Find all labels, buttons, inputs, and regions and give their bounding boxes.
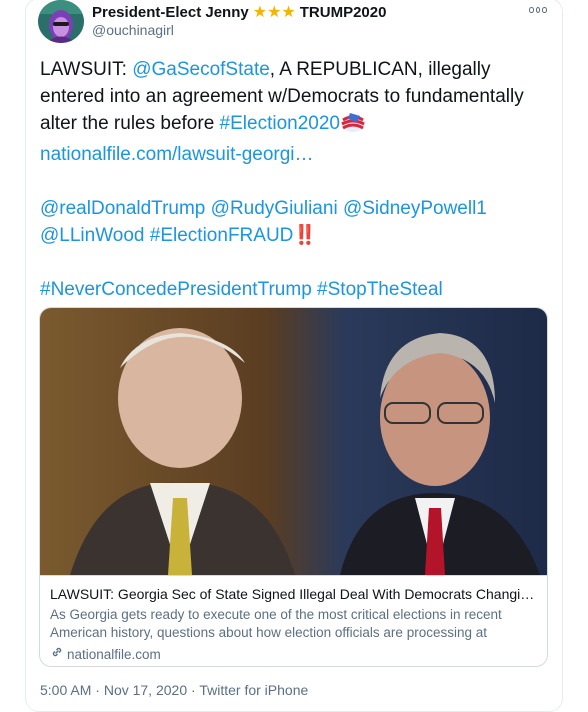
tweet-meta: 5:00 AM · Nov 17, 2020 · Twitter for iPh… <box>40 682 308 698</box>
author-display-name[interactable]: President-Elect Jenny <box>92 4 249 21</box>
preview-title[interactable]: LAWSUIT: Georgia Sec of State Signed Ill… <box>50 585 537 603</box>
meta-separator: · <box>91 682 104 698</box>
meta-separator: · <box>187 682 200 698</box>
link-nationalfile[interactable]: nationalfile.com/lawsuit-georgi… <box>40 144 314 165</box>
tweet-date[interactable]: Nov 17, 2020 <box>104 682 187 698</box>
mention-rudygiuliani[interactable]: @RudyGiuliani <box>211 198 338 219</box>
preview-body: LAWSUIT: Georgia Sec of State Signed Ill… <box>40 575 547 666</box>
author-handle[interactable]: @ouchinagirl <box>92 22 174 38</box>
hashtag-election2020[interactable]: #Election2020 <box>220 113 340 134</box>
tweet-source[interactable]: Twitter for iPhone <box>199 682 308 698</box>
hashtag-neverconcedepresidenttrump[interactable]: #NeverConcedePresidentTrump <box>40 279 312 300</box>
preview-image <box>40 308 547 575</box>
avatar[interactable] <box>38 0 84 43</box>
preview-domain-row: nationalfile.com <box>50 645 537 664</box>
double-exclamation-emoji-icon: ‼️ <box>293 225 318 246</box>
preview-description: As Georgia gets ready to execute one of … <box>50 607 502 640</box>
hashtag-electionfraud[interactable]: #ElectionFRAUD <box>150 225 294 246</box>
ballot-box-emoji-icon <box>340 111 366 141</box>
preview-domain: nationalfile.com <box>67 646 161 662</box>
star-icons: ★★★ <box>252 4 296 21</box>
tweet-time[interactable]: 5:00 AM <box>40 682 91 698</box>
mention-llinwood[interactable]: @LLinWood <box>40 225 145 246</box>
mention-gasecofstate[interactable]: @GaSecofState <box>132 59 270 80</box>
more-options-icon[interactable] <box>529 4 548 16</box>
tweet-text-prefix: LAWSUIT: <box>40 59 133 80</box>
mention-realdonaldtrump[interactable]: @realDonaldTrump <box>40 198 205 219</box>
mention-sidneypowell1[interactable]: @SidneyPowell1 <box>343 198 487 219</box>
link-preview-card[interactable]: LAWSUIT: Georgia Sec of State Signed Ill… <box>39 307 548 667</box>
hashtag-stopthesteal[interactable]: #StopTheSteal <box>317 279 443 300</box>
link-icon <box>50 645 64 664</box>
author-name-suffix: TRUMP2020 <box>299 3 387 21</box>
avatar-image <box>38 0 84 43</box>
author-name-row[interactable]: President-Elect Jenny ★★★ TRUMP2020 <box>92 2 386 22</box>
tweet-text: LAWSUIT: @GaSecofState, A REPUBLICAN, il… <box>40 56 545 303</box>
